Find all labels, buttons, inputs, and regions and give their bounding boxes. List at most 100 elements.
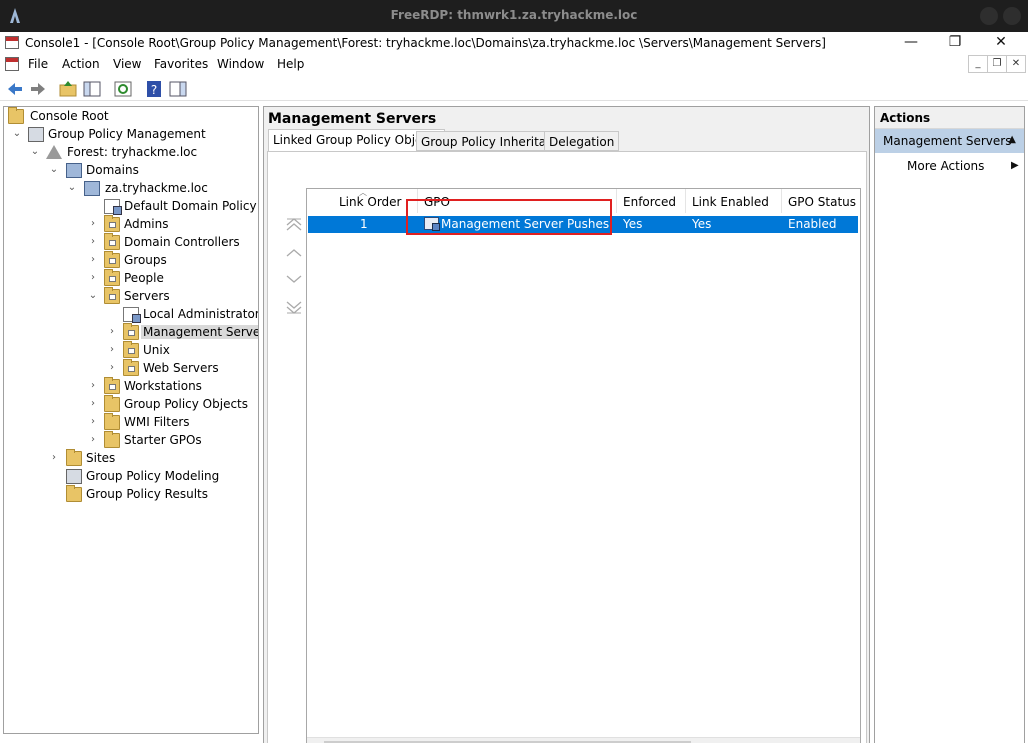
move-up-icon[interactable] bbox=[286, 246, 302, 260]
chevron-right-icon[interactable]: › bbox=[107, 363, 117, 373]
close-button[interactable]: ✕ bbox=[978, 32, 1024, 54]
actions-section-management-servers[interactable]: Management Servers ▲ bbox=[875, 129, 1024, 153]
mdi-minimize-button[interactable]: _ bbox=[968, 55, 988, 73]
cell-gpo-status: Enabled bbox=[788, 217, 837, 231]
mmc-console-window: Console1 - [Console Root\Group Policy Ma… bbox=[0, 32, 1028, 743]
column-gpo[interactable]: GPO bbox=[418, 189, 617, 213]
mdi-close-button[interactable]: ✕ bbox=[1006, 55, 1026, 73]
page-title: Management Servers bbox=[268, 111, 437, 127]
mmc-app-icon bbox=[5, 36, 19, 49]
rdp-minimize-button[interactable] bbox=[980, 7, 998, 25]
sites-folder-icon bbox=[66, 449, 82, 466]
chevron-down-icon[interactable]: ⌄ bbox=[12, 129, 22, 139]
scroll-left-arrow-icon[interactable]: ‹ bbox=[308, 739, 323, 743]
minimize-button[interactable]: — bbox=[888, 32, 934, 54]
column-link-enabled[interactable]: Link Enabled bbox=[686, 189, 782, 213]
domains-icon bbox=[66, 163, 82, 178]
chevron-right-icon[interactable]: › bbox=[49, 453, 59, 463]
cell-enforced: Yes bbox=[623, 217, 643, 231]
submenu-arrow-icon[interactable]: ▶ bbox=[1011, 160, 1019, 171]
tab-content: ︿ Link Order GPO Enforced Link Enabled G… bbox=[267, 151, 867, 743]
table-row[interactable]: 1 Management Server Pushes Yes Yes Enabl… bbox=[308, 216, 858, 233]
column-gpo-status[interactable]: GPO Status bbox=[782, 189, 860, 213]
ou-folder-icon bbox=[104, 233, 120, 250]
chevron-right-icon[interactable]: › bbox=[107, 327, 117, 337]
actions-header: Actions bbox=[875, 107, 1024, 129]
ou-folder-icon bbox=[104, 215, 120, 232]
gpo-link-icon bbox=[424, 217, 440, 231]
move-to-top-icon[interactable] bbox=[286, 218, 302, 232]
chevron-down-icon[interactable]: ⌄ bbox=[67, 183, 77, 193]
actions-pane: Actions Management Servers ▲ More Action… bbox=[874, 106, 1025, 743]
ou-folder-icon bbox=[123, 359, 139, 376]
folder-icon bbox=[8, 107, 24, 124]
column-enforced[interactable]: Enforced bbox=[617, 189, 686, 213]
chevron-right-icon[interactable]: › bbox=[88, 237, 98, 247]
move-to-bottom-icon[interactable] bbox=[286, 300, 302, 314]
chevron-right-icon[interactable]: › bbox=[107, 345, 117, 355]
document-icon[interactable] bbox=[5, 57, 19, 71]
window-title: Console1 - [Console Root\Group Policy Ma… bbox=[25, 36, 826, 50]
chevron-right-icon[interactable]: › bbox=[88, 219, 98, 229]
linked-gpo-list: ︿ Link Order GPO Enforced Link Enabled G… bbox=[306, 188, 861, 743]
svg-text:?: ? bbox=[151, 83, 157, 97]
chevron-down-icon[interactable]: ⌄ bbox=[88, 291, 98, 301]
menubar: File Action View Favorites Window Help _… bbox=[0, 54, 1028, 75]
more-actions-item[interactable]: More Actions bbox=[907, 159, 984, 173]
group-policy-management-icon bbox=[28, 127, 44, 142]
back-arrow-icon[interactable] bbox=[5, 79, 25, 99]
forward-arrow-icon[interactable] bbox=[28, 79, 48, 99]
menu-action[interactable]: Action bbox=[62, 57, 100, 71]
ou-folder-icon bbox=[123, 341, 139, 358]
ou-folder-icon bbox=[104, 269, 120, 286]
results-icon bbox=[66, 485, 82, 502]
modeling-icon bbox=[66, 469, 82, 484]
show-hide-action-pane-icon[interactable] bbox=[168, 79, 188, 99]
result-pane: Management Servers Linked Group Policy O… bbox=[263, 106, 870, 743]
show-hide-tree-icon[interactable] bbox=[82, 79, 102, 99]
cell-link-enabled: Yes bbox=[692, 217, 712, 231]
list-horizontal-scrollbar[interactable]: ‹ › bbox=[307, 737, 860, 743]
ou-folder-icon bbox=[104, 287, 120, 304]
chevron-right-icon[interactable]: › bbox=[88, 255, 98, 265]
mdi-restore-button[interactable]: ❐ bbox=[987, 55, 1007, 73]
menu-window[interactable]: Window bbox=[217, 57, 264, 71]
chevron-right-icon[interactable]: › bbox=[88, 273, 98, 283]
cell-link-order: 1 bbox=[360, 217, 368, 231]
rdp-window-title: FreeRDP: thmwrk1.za.tryhackme.loc bbox=[390, 8, 638, 22]
domain-icon bbox=[84, 181, 100, 196]
chevron-right-icon[interactable]: › bbox=[88, 399, 98, 409]
chevron-right-icon[interactable]: › bbox=[88, 417, 98, 427]
ou-folder-icon bbox=[104, 377, 120, 394]
console-tree: Console Root ⌄ Group Policy Management ⌄… bbox=[3, 106, 259, 734]
chevron-down-icon[interactable]: ⌄ bbox=[30, 147, 40, 157]
gpo-link-icon bbox=[104, 199, 122, 215]
help-icon[interactable]: ? bbox=[144, 79, 164, 99]
toolbar: ? bbox=[0, 77, 1028, 101]
column-link-order[interactable]: ︿ Link Order bbox=[307, 189, 418, 213]
collapse-arrow-icon[interactable]: ▲ bbox=[1008, 134, 1016, 145]
up-folder-icon[interactable] bbox=[58, 79, 78, 99]
menu-help[interactable]: Help bbox=[277, 57, 304, 71]
maximize-button[interactable]: ❐ bbox=[932, 32, 978, 54]
menu-view[interactable]: View bbox=[113, 57, 141, 71]
rdp-close-button[interactable] bbox=[1003, 7, 1021, 25]
chevron-down-icon[interactable]: ⌄ bbox=[49, 165, 59, 175]
refresh-icon[interactable] bbox=[113, 79, 133, 99]
mmc-titlebar: Console1 - [Console Root\Group Policy Ma… bbox=[0, 32, 1028, 54]
sort-ascending-icon: ︿ bbox=[359, 188, 367, 197]
cell-gpo-name: Management Server Pushes bbox=[441, 217, 610, 231]
folder-icon bbox=[104, 431, 120, 448]
gpo-link-icon bbox=[123, 307, 141, 323]
column-headers: ︿ Link Order GPO Enforced Link Enabled G… bbox=[307, 189, 860, 213]
move-down-icon[interactable] bbox=[286, 272, 302, 286]
menu-favorites[interactable]: Favorites bbox=[154, 57, 208, 71]
scroll-right-arrow-icon[interactable]: › bbox=[842, 739, 857, 743]
tab-delegation[interactable]: Delegation bbox=[544, 131, 620, 151]
ou-folder-icon bbox=[104, 251, 120, 268]
chevron-right-icon[interactable]: › bbox=[88, 435, 98, 445]
forest-icon bbox=[46, 145, 62, 159]
menu-file[interactable]: File bbox=[28, 57, 48, 71]
rdp-titlebar: FreeRDP: thmwrk1.za.tryhackme.loc bbox=[0, 0, 1028, 32]
chevron-right-icon[interactable]: › bbox=[88, 381, 98, 391]
